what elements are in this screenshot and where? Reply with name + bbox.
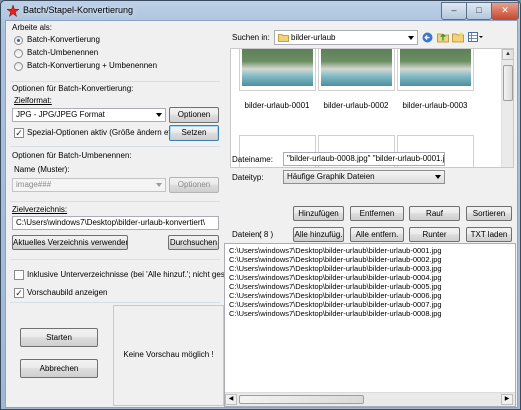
radio-dot[interactable] bbox=[14, 49, 23, 58]
window-title: Batch/Stapel-Konvertierung bbox=[23, 5, 134, 15]
thumbnail-item[interactable] bbox=[397, 49, 474, 91]
thumbnail-label[interactable]: bilder-urlaub-0001 bbox=[240, 101, 314, 111]
group-separator bbox=[10, 81, 220, 82]
thumbnail-scrollbar[interactable]: ▲ bbox=[501, 49, 513, 167]
thumbnail-image bbox=[242, 49, 313, 86]
thumbnail-item[interactable] bbox=[239, 49, 316, 91]
scroll-right-icon[interactable]: ▶ bbox=[501, 394, 513, 405]
back-arrow-icon[interactable] bbox=[422, 32, 433, 43]
filetype-dropdown[interactable]: Häufige Graphik Dateien bbox=[283, 170, 445, 184]
thumbnail-image bbox=[400, 49, 471, 86]
thumbnail-view[interactable]: bilder-urlaub-0001 bilder-urlaub-0002 bi… bbox=[230, 48, 514, 168]
app-icon bbox=[7, 5, 19, 17]
thumbnail-image bbox=[321, 49, 392, 86]
chevron-down-icon[interactable] bbox=[408, 35, 414, 40]
up-folder-icon[interactable] bbox=[437, 31, 449, 43]
folder-icon bbox=[278, 34, 289, 42]
folder-name: bilder-urlaub bbox=[291, 33, 336, 42]
chevron-down-icon[interactable] bbox=[435, 175, 441, 179]
batch-convert-window: Batch/Stapel-Konvertierung – □ ✕ Arbeite… bbox=[0, 0, 521, 410]
thumbnail-item[interactable] bbox=[318, 49, 395, 91]
add-all-button[interactable]: Alle hinzufüg. bbox=[293, 227, 344, 242]
dialog-client-area: Arbeite als: Batch-Konvertierung Batch-U… bbox=[5, 20, 518, 408]
radio-dot[interactable] bbox=[14, 62, 23, 71]
special-options-checkbox[interactable]: ✓ bbox=[14, 128, 24, 138]
file-list[interactable]: C:\Users\windows7\Desktop\bilder-urlaub\… bbox=[224, 243, 516, 407]
scroll-left-icon[interactable]: ◀ bbox=[225, 394, 237, 405]
target-format-value: JPG - JPG/JPEG Format bbox=[16, 110, 105, 119]
name-pattern-combo[interactable]: image### bbox=[12, 178, 166, 192]
target-format-label: Zielformat: bbox=[14, 96, 52, 105]
show-preview-label[interactable]: Vorschaubild anzeigen bbox=[27, 288, 108, 298]
scroll-up-icon[interactable]: ▲ bbox=[502, 49, 513, 60]
group-separator bbox=[10, 302, 220, 303]
radio-dot[interactable] bbox=[14, 36, 23, 45]
format-options-button[interactable]: Optionen bbox=[169, 107, 219, 123]
file-list-row[interactable]: C:\Users\windows7\Desktop\bilder-urlaub\… bbox=[229, 300, 499, 309]
filename-label: Dateiname: bbox=[232, 155, 273, 164]
file-list-hscrollbar[interactable]: ◀ ▶ bbox=[225, 392, 515, 406]
chevron-down-icon[interactable] bbox=[156, 113, 162, 117]
work-as-label: Arbeite als: bbox=[12, 23, 53, 32]
group-separator bbox=[10, 259, 220, 260]
use-current-dir-button[interactable]: Aktuelles Verzeichnis verwenden bbox=[12, 235, 128, 250]
group-separator bbox=[10, 146, 220, 147]
start-button[interactable]: Starten bbox=[20, 328, 98, 347]
file-list-row[interactable]: C:\Users\windows7\Desktop\bilder-urlaub\… bbox=[229, 291, 499, 300]
special-options-label[interactable]: Spezial-Optionen aktiv (Größe ändern etc… bbox=[27, 128, 180, 138]
convert-options-title: Optionen für Batch-Konvertierung: bbox=[12, 84, 134, 93]
cancel-button[interactable]: Abbrechen bbox=[20, 359, 98, 378]
move-up-button[interactable]: Rauf bbox=[409, 206, 460, 221]
mode-label[interactable]: Batch-Umbenennen bbox=[27, 48, 98, 58]
search-in-label: Suchen in: bbox=[232, 33, 270, 42]
rename-options-button[interactable]: Optionen bbox=[169, 177, 219, 193]
preview-panel: Keine Vorschau möglich ! bbox=[113, 305, 224, 406]
new-folder-icon[interactable] bbox=[452, 31, 464, 43]
filetype-label: Dateityp: bbox=[232, 173, 264, 182]
thumbnail-label[interactable]: bilder-urlaub-0002 bbox=[319, 101, 393, 111]
include-subdirs-label[interactable]: Inklusive Unterverzeichnisse (bei 'Alle … bbox=[27, 270, 234, 280]
name-pattern-value: image### bbox=[16, 180, 52, 189]
file-list-row[interactable]: C:\Users\windows7\Desktop\bilder-urlaub\… bbox=[229, 246, 499, 255]
close-button[interactable]: ✕ bbox=[491, 2, 519, 20]
maximize-button[interactable]: □ bbox=[466, 2, 492, 20]
mode-label[interactable]: Batch-Konvertierung bbox=[27, 35, 100, 45]
remove-button[interactable]: Entfernen bbox=[350, 206, 404, 221]
file-list-row[interactable]: C:\Users\windows7\Desktop\bilder-urlaub\… bbox=[229, 255, 499, 264]
chevron-down-icon[interactable] bbox=[156, 183, 162, 187]
file-list-row[interactable]: C:\Users\windows7\Desktop\bilder-urlaub\… bbox=[229, 264, 499, 273]
remove-all-button[interactable]: Alle entfern. bbox=[350, 227, 404, 242]
target-format-dropdown[interactable]: JPG - JPG/JPEG Format bbox=[12, 108, 166, 122]
target-dir-label: Zielverzeichnis: bbox=[12, 205, 68, 214]
target-dir-input[interactable]: C:\Users\windows7\Desktop\bilder-urlaub-… bbox=[12, 216, 219, 230]
folder-dropdown[interactable]: bilder-urlaub bbox=[274, 30, 418, 45]
sort-button[interactable]: Sortieren bbox=[466, 206, 512, 221]
thumbnail-label[interactable]: bilder-urlaub-0003 bbox=[398, 101, 472, 111]
add-button[interactable]: Hinzufügen bbox=[293, 206, 344, 221]
load-txt-button[interactable]: TXT laden bbox=[466, 227, 512, 242]
view-menu-icon[interactable] bbox=[468, 31, 483, 43]
minimize-button[interactable]: – bbox=[441, 2, 467, 20]
move-down-button[interactable]: Runter bbox=[409, 227, 460, 242]
file-list-row[interactable]: C:\Users\windows7\Desktop\bilder-urlaub\… bbox=[229, 309, 499, 318]
scrollbar-thumb[interactable] bbox=[239, 395, 364, 404]
file-list-row[interactable]: C:\Users\windows7\Desktop\bilder-urlaub\… bbox=[229, 273, 499, 282]
file-list-rows: C:\Users\windows7\Desktop\bilder-urlaub\… bbox=[229, 246, 499, 318]
mode-label[interactable]: Batch-Konvertierung + Umbenennen bbox=[27, 61, 157, 71]
files-label: Dateien: bbox=[232, 230, 262, 239]
no-preview-text: Keine Vorschau möglich ! bbox=[123, 350, 214, 359]
file-list-row[interactable]: C:\Users\windows7\Desktop\bilder-urlaub\… bbox=[229, 282, 499, 291]
title-bar[interactable]: Batch/Stapel-Konvertierung – □ ✕ bbox=[1, 1, 520, 21]
name-pattern-label: Name (Muster): bbox=[14, 165, 70, 174]
browse-button[interactable]: Durchsuchen bbox=[168, 235, 219, 250]
rename-options-title: Optionen für Batch-Umbenennen: bbox=[12, 151, 132, 160]
include-subdirs-checkbox[interactable] bbox=[14, 270, 24, 280]
set-button[interactable]: Setzen bbox=[169, 125, 219, 141]
files-count: ( 8 ) bbox=[259, 230, 274, 239]
group-separator bbox=[10, 201, 220, 202]
show-preview-checkbox[interactable]: ✓ bbox=[14, 288, 24, 298]
filetype-value: Häufige Graphik Dateien bbox=[287, 172, 375, 181]
filename-input[interactable]: "bilder-urlaub-0008.jpg" "bilder-urlaub-… bbox=[283, 152, 445, 166]
scrollbar-thumb[interactable] bbox=[503, 65, 513, 101]
